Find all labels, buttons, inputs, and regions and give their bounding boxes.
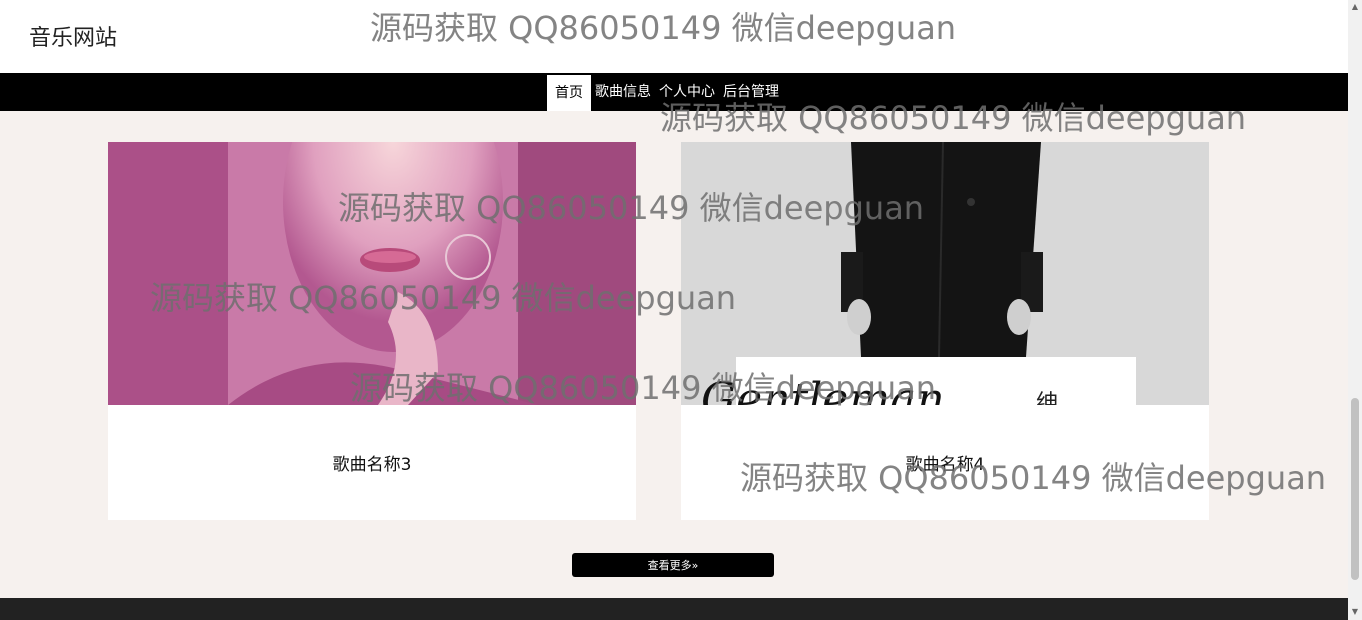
- nav-item-admin[interactable]: 后台管理: [719, 73, 783, 111]
- nav-items: 首页 歌曲信息 个人中心 后台管理: [547, 73, 783, 111]
- song-cover-art: [108, 142, 636, 405]
- song-card[interactable]: 歌曲名称3: [108, 142, 636, 520]
- song-name[interactable]: 歌曲名称3: [108, 405, 636, 520]
- scroll-down-arrow-icon[interactable]: ▼: [1351, 608, 1359, 616]
- song-cover-art: Gentleman 绅: [681, 142, 1209, 405]
- vertical-scrollbar[interactable]: ▲ ▼: [1348, 0, 1362, 620]
- scroll-up-arrow-icon[interactable]: ▲: [1351, 3, 1359, 11]
- site-header: 音乐网站: [0, 0, 1348, 73]
- nav-item-personal-center[interactable]: 个人中心: [655, 73, 719, 111]
- main-nav: 首页 歌曲信息 个人中心 后台管理: [0, 73, 1348, 111]
- song-name[interactable]: 歌曲名称4: [681, 405, 1209, 520]
- song-cover-image[interactable]: Gentleman 绅: [681, 142, 1209, 405]
- nav-item-home[interactable]: 首页: [547, 74, 591, 111]
- song-cover-image[interactable]: [108, 142, 636, 405]
- site-footer: [0, 598, 1348, 620]
- site-title[interactable]: 音乐网站: [29, 20, 117, 52]
- view-more-button[interactable]: 查看更多»: [572, 553, 774, 577]
- cover-script-text: Gentleman: [701, 374, 945, 405]
- cover-glyph-text: 绅: [1036, 391, 1058, 405]
- scrollbar-thumb[interactable]: [1351, 398, 1359, 580]
- song-card[interactable]: Gentleman 绅 歌曲名称4: [681, 142, 1209, 520]
- nav-item-song-info[interactable]: 歌曲信息: [591, 73, 655, 111]
